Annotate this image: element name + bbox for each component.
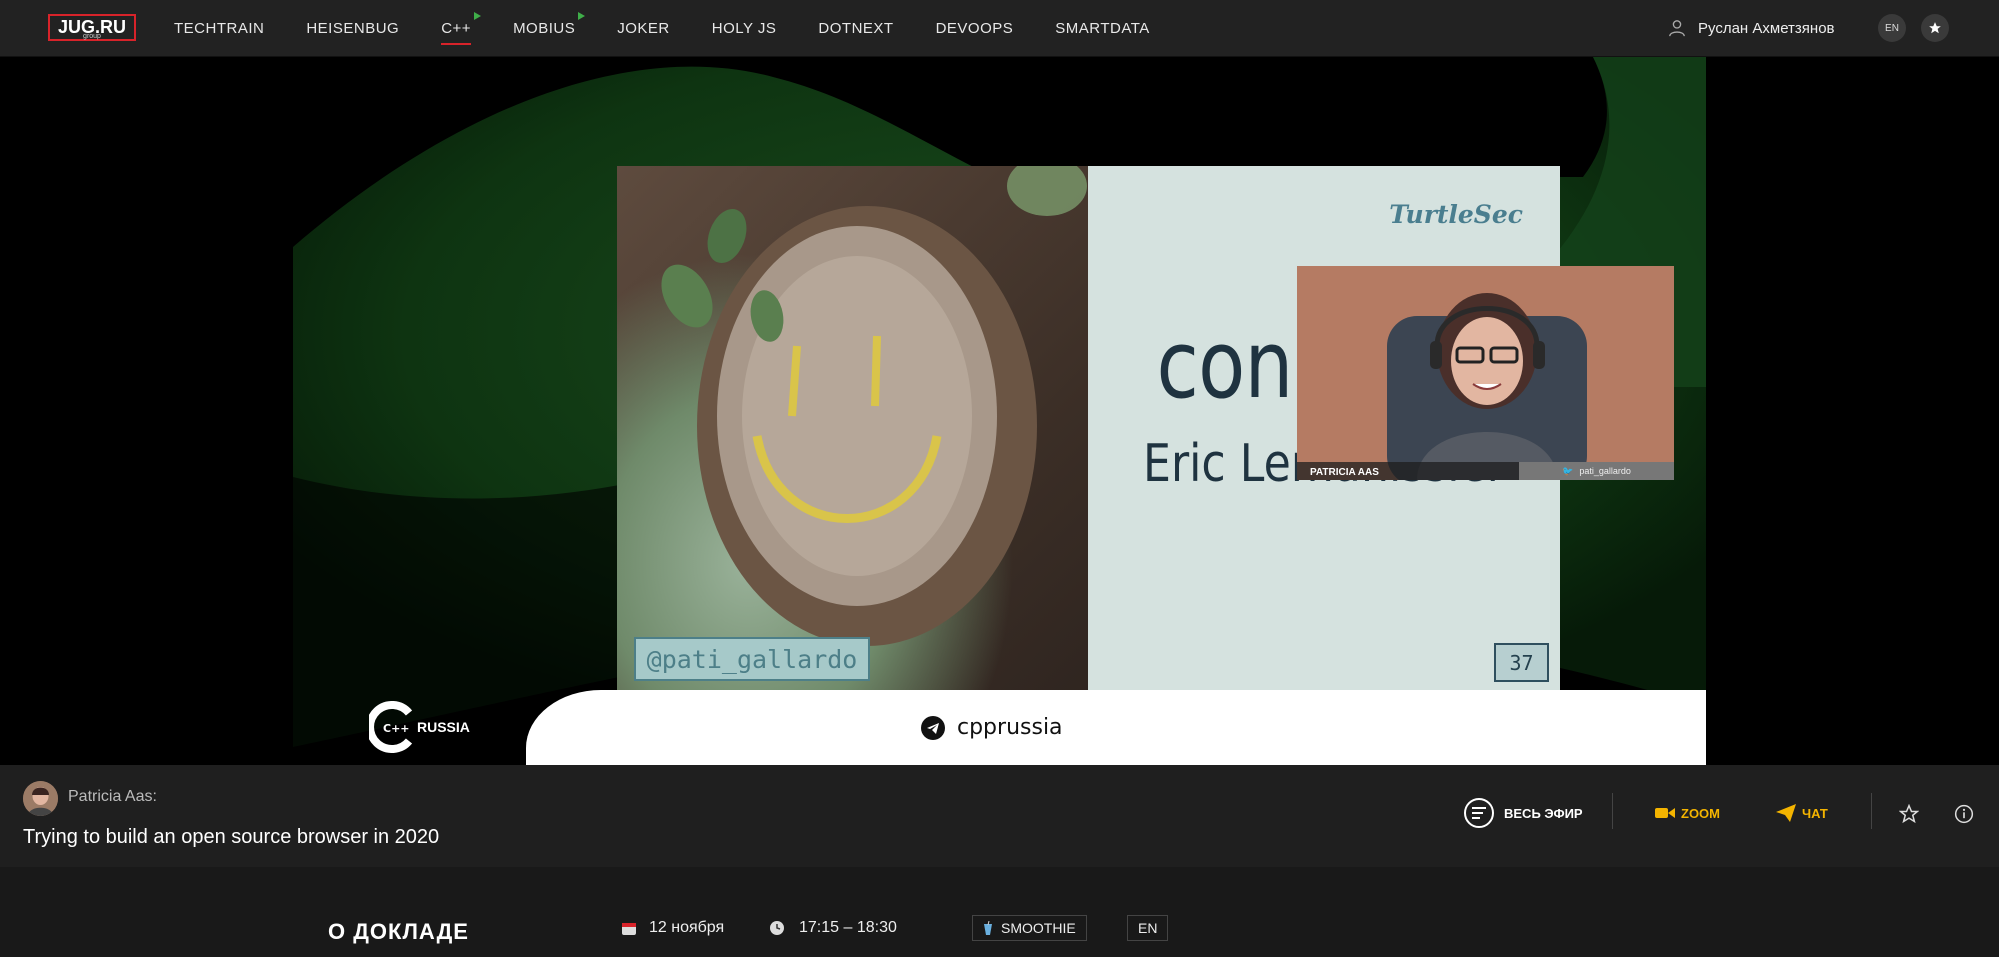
nav-item-cpp[interactable]: C++: [441, 11, 482, 45]
smiley-stump-illustration: [661, 166, 1087, 646]
favorites-button[interactable]: [1921, 14, 1949, 42]
nav-item-smartdata[interactable]: SMARTDATA: [1055, 20, 1150, 37]
star-outline-icon[interactable]: [1899, 804, 1919, 824]
telegram-banner: cpprussia: [526, 690, 1706, 765]
top-nav-bar: JUG.RU group TECHTRAIN HEISENBUG C++ MOB…: [0, 0, 1999, 57]
speaker-avatar-image: [23, 781, 58, 816]
divider: [1871, 793, 1872, 829]
language-badge: EN: [1127, 915, 1169, 941]
nav-item-devoops[interactable]: DEVOOPS: [936, 20, 1014, 37]
broadcast-icon: [1464, 798, 1494, 828]
talk-info-bar: Patricia Aas: Trying to build an open so…: [0, 765, 1999, 867]
talk-title: Trying to build an open source browser i…: [23, 826, 440, 848]
telegram-channel: cpprussia: [957, 715, 1063, 740]
room-badge: SMOOTHIE: [972, 915, 1087, 941]
cpp-logo-icon: C++: [369, 701, 413, 753]
user-name: Руслан Ахметзянов: [1698, 19, 1835, 37]
nav-item-joker[interactable]: JOKER: [617, 20, 670, 37]
nav-item-holyjs[interactable]: HOLY JS: [712, 20, 777, 37]
talk-time-text: 17:15 – 18:30: [799, 919, 897, 936]
calendar-icon: [622, 923, 636, 935]
all-stream-label: ВЕСЬ ЭФИР: [1504, 805, 1583, 821]
chat-button[interactable]: ЧАТ: [1776, 798, 1828, 828]
nav-item-dotnext[interactable]: DOTNEXT: [818, 20, 893, 37]
user-icon: [1669, 20, 1685, 37]
talk-details: О ДОКЛАДЕ 12 ноября 17:15 – 18:30 SMOOTH…: [0, 867, 1999, 957]
video-camera-icon: [1655, 808, 1675, 818]
nav-item-mobius-label: MOBIUS: [513, 19, 576, 37]
nav-item-techtrain[interactable]: TECHTRAIN: [174, 20, 264, 37]
about-heading: О ДОКЛАДЕ: [328, 919, 469, 944]
all-stream-button[interactable]: ВЕСЬ ЭФИР: [1463, 798, 1583, 828]
camera-twitter: 🐦 pati_gallardo: [1519, 462, 1674, 480]
info-icon[interactable]: [1954, 804, 1974, 824]
clock-icon: [770, 921, 784, 935]
turtlesec-brand: TurtleSec: [1389, 200, 1523, 229]
language-toggle[interactable]: EN: [1878, 14, 1906, 42]
live-play-icon: [474, 11, 482, 20]
talk-date: 12 ноября: [621, 915, 724, 941]
chat-label: ЧАТ: [1802, 805, 1828, 821]
twitter-icon: 🐦: [1562, 465, 1574, 476]
room-name: SMOOTHIE: [1001, 920, 1076, 936]
jugru-logo[interactable]: JUG.RU group: [48, 14, 136, 41]
speaker-camera: PATRICIA AAS 🐦 pati_gallardo: [1297, 266, 1674, 480]
speaker-video-frame: [1297, 266, 1674, 480]
divider: [1612, 793, 1613, 829]
user-menu[interactable]: Руслан Ахметзянов: [1668, 0, 1835, 56]
talk-time: 17:15 – 18:30: [769, 915, 897, 941]
zoom-label: ZOOM: [1681, 805, 1720, 821]
send-icon: [1776, 804, 1796, 822]
telegram-icon: [921, 715, 945, 740]
nav-item-heisenbug[interactable]: HEISENBUG: [306, 20, 399, 37]
cpp-logo-text: RUSSIA: [417, 719, 470, 735]
speaker-name[interactable]: Patricia Aas:: [68, 788, 157, 806]
nav-item-cpp-label: C++: [441, 19, 472, 37]
zoom-button[interactable]: ZOOM: [1655, 798, 1720, 828]
twitter-handle-box: @pati_gallardo: [634, 637, 870, 681]
telegram-content: cpprussia: [921, 690, 1063, 765]
live-play-icon: [578, 11, 586, 20]
slide-page-number: 37: [1494, 643, 1549, 682]
camera-speaker-name: PATRICIA AAS: [1310, 467, 1379, 478]
talk-date-text: 12 ноября: [649, 919, 725, 936]
smoothie-icon: [984, 921, 992, 935]
conference-nav: TECHTRAIN HEISENBUG C++ MOBIUS JOKER HOL…: [174, 0, 1192, 56]
logo-sub: group: [83, 33, 101, 40]
nav-item-mobius[interactable]: MOBIUS: [513, 11, 586, 37]
tree-photo: @pati_gallardo: [617, 166, 1088, 695]
cpp-russia-logo: C++ RUSSIA: [369, 701, 470, 753]
star-icon: [1929, 22, 1941, 34]
svg-text:C++: C++: [383, 722, 410, 735]
speaker-avatar: [23, 781, 58, 816]
camera-twitter-handle: pati_gallardo: [1579, 466, 1631, 476]
